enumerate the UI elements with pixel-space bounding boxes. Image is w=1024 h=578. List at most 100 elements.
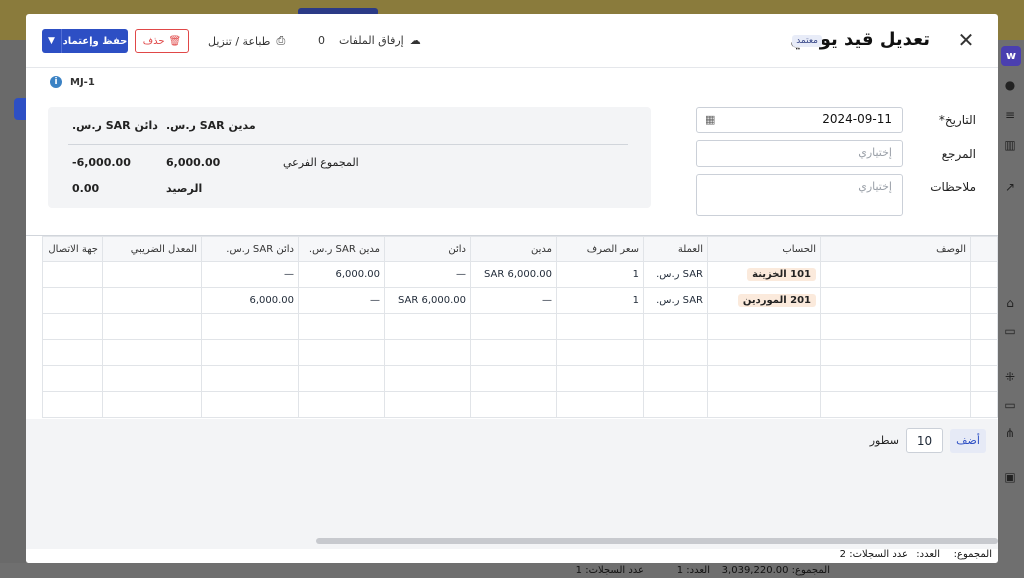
cell-credit[interactable]: SAR 6,000.00 <box>384 287 471 314</box>
row-handle <box>970 287 998 314</box>
empty-cell[interactable] <box>470 313 557 340</box>
empty-row[interactable] <box>42 339 998 366</box>
empty-cell[interactable] <box>820 365 971 392</box>
cell-currency[interactable]: SAR ر.س. <box>643 261 708 288</box>
empty-cell[interactable] <box>820 313 971 340</box>
empty-cell[interactable] <box>298 339 385 366</box>
cell-debit[interactable]: — <box>470 287 557 314</box>
empty-cell[interactable] <box>42 365 103 392</box>
box-icon: ▣ <box>1004 470 1016 484</box>
empty-cell[interactable] <box>820 339 971 366</box>
footer-records: عدد السجلات: 2 <box>839 549 908 560</box>
attach-files-button[interactable]: ☁ إرفاق الملفات 0 <box>318 34 421 47</box>
cell-credit[interactable]: — <box>384 261 471 288</box>
table-row[interactable]: 101 الخزينة SAR ر.س. 1 SAR 6,000.00 — 6,… <box>42 261 998 288</box>
empty-cell[interactable] <box>298 391 385 418</box>
chart-icon: ↗ <box>1004 180 1016 194</box>
cell-debit-sar[interactable]: — <box>298 287 385 314</box>
footer-count-label: العدد: <box>916 549 940 560</box>
empty-cell[interactable] <box>384 365 471 392</box>
empty-cell[interactable] <box>42 313 103 340</box>
print-download-button[interactable]: ⎙ طباعة / تنزيل <box>208 34 285 48</box>
notes-label: ملاحظات <box>930 180 976 194</box>
calendar-icon[interactable]: ▦ <box>705 113 715 126</box>
empty-cell[interactable] <box>384 391 471 418</box>
account-chip[interactable]: 201 الموردين <box>737 294 816 307</box>
empty-cell[interactable] <box>556 365 644 392</box>
empty-cell <box>970 313 998 340</box>
cell-credit-sar[interactable]: 6,000.00 <box>201 287 299 314</box>
notes-input[interactable]: إختياري <box>696 174 903 216</box>
cell-tax-rate[interactable] <box>102 261 202 288</box>
empty-cell[interactable] <box>470 339 557 366</box>
empty-cell[interactable] <box>42 391 103 418</box>
delete-button[interactable]: 🗑 حذف <box>135 29 189 53</box>
date-field[interactable]: ▦ 2024-09-11 <box>696 107 903 133</box>
empty-cell[interactable] <box>298 365 385 392</box>
empty-row[interactable] <box>42 365 998 392</box>
cell-debit[interactable]: SAR 6,000.00 <box>470 261 557 288</box>
chevron-down-icon[interactable]: ▼ <box>42 29 62 53</box>
horizontal-scrollbar[interactable] <box>316 538 998 544</box>
cell-description[interactable] <box>820 287 971 314</box>
reference-code-row: i MJ-1 <box>50 76 95 88</box>
empty-cell[interactable] <box>556 391 644 418</box>
empty-cell[interactable] <box>643 365 708 392</box>
cell-credit-sar[interactable]: — <box>201 261 299 288</box>
empty-cell[interactable] <box>556 339 644 366</box>
empty-cell[interactable] <box>707 391 821 418</box>
cell-account[interactable]: 201 الموردين <box>707 287 821 314</box>
empty-cell[interactable] <box>707 365 821 392</box>
empty-cell[interactable] <box>102 365 202 392</box>
cell-rate[interactable]: 1 <box>556 287 644 314</box>
empty-cell[interactable] <box>201 339 299 366</box>
empty-cell[interactable] <box>201 365 299 392</box>
table-row[interactable]: 201 الموردين SAR ر.س. 1 — SAR 6,000.00 —… <box>42 287 998 314</box>
empty-cell[interactable] <box>201 313 299 340</box>
empty-cell[interactable] <box>298 313 385 340</box>
empty-cell[interactable] <box>470 391 557 418</box>
empty-cell[interactable] <box>707 313 821 340</box>
empty-row[interactable] <box>42 391 998 418</box>
empty-cell[interactable] <box>42 339 103 366</box>
cell-debit-sar[interactable]: 6,000.00 <box>298 261 385 288</box>
folder-icon: ▭ <box>1004 398 1016 412</box>
cell-rate[interactable]: 1 <box>556 261 644 288</box>
empty-cell[interactable] <box>102 391 202 418</box>
cell-contact[interactable] <box>42 261 103 288</box>
info-circle-icon: ● <box>1004 78 1016 92</box>
background-sidebar: w ● ≡ ▥ ↗ ⌂ ▭ ⁜ ▭ ⋔ ▣ <box>998 40 1024 578</box>
cell-description[interactable] <box>820 261 971 288</box>
rows-count-input[interactable]: 10 <box>906 428 943 453</box>
info-icon[interactable]: i <box>50 76 62 88</box>
background-left-panel <box>0 40 26 578</box>
empty-cell[interactable] <box>707 339 821 366</box>
cell-tax-rate[interactable] <box>102 287 202 314</box>
reference-input[interactable]: إختياري <box>696 140 903 167</box>
empty-cell[interactable] <box>820 391 971 418</box>
modal-footer: المجموع: العدد: عدد السجلات: 2 <box>26 549 998 563</box>
save-approve-button[interactable]: حفظ وإعتماد ▼ <box>42 29 128 53</box>
empty-cell[interactable] <box>643 313 708 340</box>
empty-cell[interactable] <box>643 339 708 366</box>
cell-currency[interactable]: SAR ر.س. <box>643 287 708 314</box>
empty-cell[interactable] <box>643 391 708 418</box>
col-currency: العملة <box>643 236 708 262</box>
empty-cell[interactable] <box>102 313 202 340</box>
empty-cell[interactable] <box>556 313 644 340</box>
account-chip[interactable]: 101 الخزينة <box>747 268 816 281</box>
empty-cell[interactable] <box>102 339 202 366</box>
empty-cell[interactable] <box>384 339 471 366</box>
close-icon[interactable]: ✕ <box>956 30 976 50</box>
empty-cell[interactable] <box>384 313 471 340</box>
empty-cell[interactable] <box>201 391 299 418</box>
empty-row[interactable] <box>42 313 998 340</box>
background-count: العدد: 1 <box>676 565 710 576</box>
col-tax-rate: المعدل الضريبي <box>102 236 202 262</box>
add-rows-button[interactable]: أضف <box>950 429 986 453</box>
col-credit: دائن <box>384 236 471 262</box>
col-description: الوصف <box>820 236 971 262</box>
cell-contact[interactable] <box>42 287 103 314</box>
empty-cell[interactable] <box>470 365 557 392</box>
cell-account[interactable]: 101 الخزينة <box>707 261 821 288</box>
